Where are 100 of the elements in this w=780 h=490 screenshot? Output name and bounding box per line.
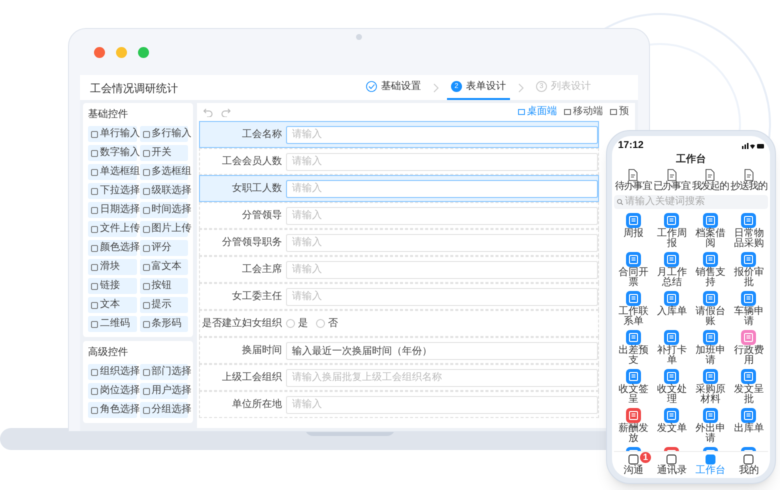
- form-row[interactable]: 女职工人数 请输入: [199, 175, 599, 202]
- input-field[interactable]: 请输入: [286, 234, 598, 252]
- app-label[interactable]: 入库单: [654, 307, 689, 317]
- radio-option[interactable]: 否: [316, 316, 338, 331]
- app-label[interactable]: 发文单: [654, 424, 689, 434]
- screen-icon: [518, 108, 525, 116]
- form-row[interactable]: 换届时间 输入最近一次换届时间（年份）: [199, 337, 599, 364]
- widget-button[interactable]: 滑块: [88, 259, 136, 275]
- app-label[interactable]: 档案借阅: [693, 229, 728, 249]
- window-title: 工会情况调研统计: [90, 82, 178, 94]
- field-label: 工会主席: [242, 262, 282, 277]
- app-label[interactable]: 加班申请: [693, 346, 728, 366]
- radio-icon[interactable]: [286, 319, 295, 328]
- app-label[interactable]: 补打卡单: [654, 346, 689, 366]
- square-icon: [142, 320, 150, 328]
- widget-button[interactable]: 链接: [88, 278, 136, 294]
- widget-button[interactable]: 开关: [140, 145, 188, 161]
- widget-button[interactable]: 提示: [140, 297, 188, 313]
- app-label[interactable]: 工作联系单: [616, 307, 650, 327]
- input-field[interactable]: 请输入: [286, 396, 598, 414]
- tab-button[interactable]: 通讯录: [652, 452, 691, 478]
- widget-button[interactable]: 富文本: [140, 259, 188, 275]
- input-field[interactable]: 请输入换届批复上级工会组织名称: [286, 368, 598, 386]
- square-icon: [142, 226, 150, 232]
- tab-button[interactable]: 沟通 1: [614, 452, 652, 478]
- tab-button[interactable]: 我的: [730, 452, 768, 478]
- app-label[interactable]: 月工作总结: [654, 268, 689, 288]
- field-label: 单位所在地: [232, 398, 282, 412]
- app-label[interactable]: 报价审批: [732, 268, 766, 288]
- screen-icon: [610, 108, 617, 116]
- radio-icon[interactable]: [316, 319, 325, 328]
- app-label[interactable]: 合同开票: [616, 268, 650, 288]
- app-label[interactable]: 收文处理: [654, 385, 689, 405]
- square-icon: [142, 388, 150, 394]
- input-field[interactable]: 请输入: [286, 206, 598, 224]
- form-row[interactable]: 工会名称 请输入: [199, 121, 599, 148]
- tab-icon: [743, 454, 754, 465]
- form-row[interactable]: 是否建立妇女组织 是 否: [199, 310, 599, 337]
- form-row[interactable]: 单位所在地 请输入: [199, 391, 599, 418]
- input-field[interactable]: 请输入: [286, 180, 598, 198]
- app-label[interactable]: 外出申请: [693, 424, 728, 444]
- form-row[interactable]: 分管领导 请输入: [199, 202, 599, 229]
- input-field[interactable]: 请输入: [286, 288, 598, 306]
- panel-heading: 基础控件: [88, 108, 129, 122]
- step-tab[interactable]: 基础设置: [362, 75, 425, 100]
- square-icon: [91, 302, 98, 308]
- notification-badge: 1: [640, 452, 651, 463]
- field-label: 工会名称: [242, 128, 282, 142]
- shortcut-button[interactable]: 待办事宜: [614, 169, 652, 192]
- shortcut-button[interactable]: 我发起的: [691, 169, 730, 192]
- form-row[interactable]: 工会会员人数 请输入: [199, 148, 599, 175]
- square-icon: [91, 368, 98, 376]
- panel-heading: 高级控件: [88, 346, 129, 360]
- form-row[interactable]: 分管领导职务 请输入: [199, 229, 599, 256]
- form-row[interactable]: 工会主席 请输入: [199, 256, 599, 283]
- app-label[interactable]: 车辆申请: [732, 307, 766, 327]
- app-label[interactable]: 请假台账: [693, 307, 728, 327]
- square-icon: [142, 130, 150, 138]
- app-label[interactable]: 日常物品采购: [732, 229, 766, 249]
- widget-button[interactable]: 按钮: [140, 278, 188, 294]
- square-icon: [91, 226, 98, 232]
- square-icon: [91, 406, 98, 414]
- widget-button[interactable]: 评分: [140, 240, 188, 256]
- app-label[interactable]: 收文签呈: [616, 385, 650, 405]
- input-field[interactable]: 请输入: [286, 126, 598, 144]
- field-label: 女工委主任: [232, 290, 282, 304]
- app-label[interactable]: 出库单: [732, 424, 766, 434]
- square-icon: [91, 206, 98, 214]
- undo-icon[interactable]: [203, 108, 213, 116]
- square-icon: [142, 206, 150, 214]
- app-label[interactable]: 出差预支: [616, 346, 650, 366]
- input-field[interactable]: 请输入: [286, 152, 598, 170]
- app-label[interactable]: 采购原材料: [693, 385, 728, 405]
- widget-button[interactable]: 二维码: [88, 316, 136, 332]
- square-icon: [142, 368, 150, 376]
- radio-option[interactable]: 是: [286, 316, 308, 331]
- square-icon: [142, 282, 150, 290]
- camera-icon: [356, 34, 362, 40]
- input-field[interactable]: 请输入: [286, 260, 598, 278]
- square-icon: [91, 264, 98, 270]
- app-label[interactable]: 周报: [616, 229, 650, 239]
- app-label[interactable]: 薪酬发放: [616, 424, 650, 444]
- view-tab[interactable]: 预: [610, 107, 629, 117]
- app-label[interactable]: 工作周报: [654, 229, 689, 249]
- widget-button[interactable]: 条形码: [140, 316, 188, 332]
- shortcut-button[interactable]: 已办事宜: [652, 169, 691, 192]
- input-field[interactable]: 输入最近一次换届时间（年份）: [286, 342, 598, 360]
- redo-icon[interactable]: [221, 108, 231, 116]
- app-label[interactable]: 行政费用: [732, 346, 766, 366]
- square-icon: [142, 302, 150, 308]
- chevron-icon: [518, 82, 524, 92]
- widget-button[interactable]: 文本: [88, 297, 136, 313]
- app-label[interactable]: 销售支持: [693, 268, 728, 288]
- view-tab[interactable]: 移动端: [564, 107, 603, 117]
- app-label[interactable]: 发文呈批: [732, 385, 766, 405]
- field-label: 工会会员人数: [222, 155, 282, 169]
- shortcut-button[interactable]: 抄送我的: [730, 169, 768, 192]
- form-row[interactable]: 上级工会组织 请输入换届批复上级工会组织名称: [199, 364, 599, 391]
- form-row[interactable]: 女工委主任 请输入: [199, 283, 599, 310]
- status-icons-drawing: [742, 143, 764, 149]
